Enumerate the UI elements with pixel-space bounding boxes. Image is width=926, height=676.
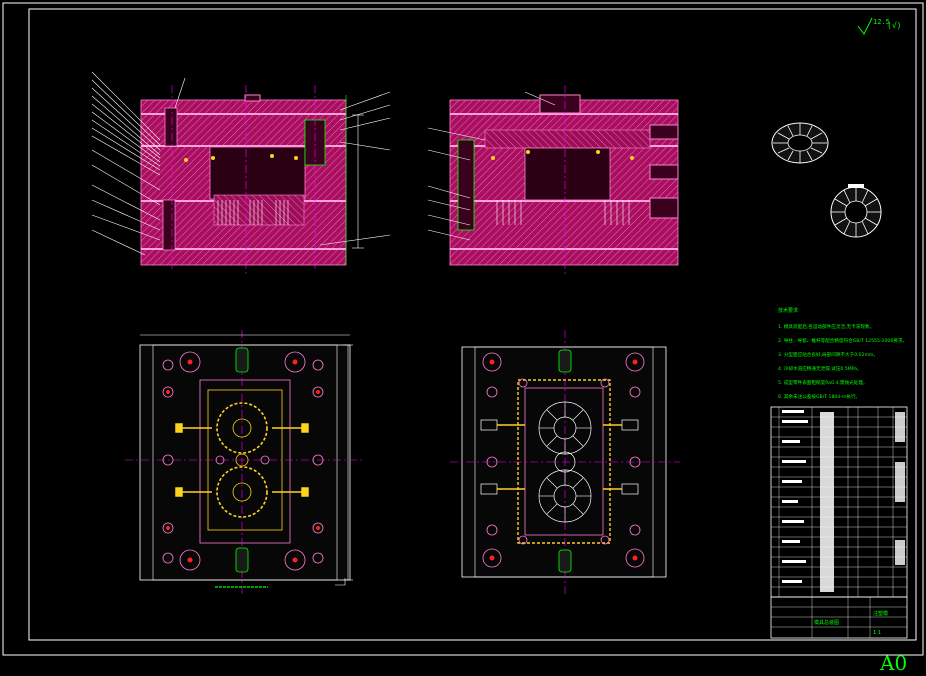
plan-view-fixed-half [450, 330, 680, 595]
note-line-1: 1. 模具装配后,各运动部件应灵活,无卡滞现象。 [778, 323, 874, 330]
school-name: 注塑模 [873, 610, 888, 617]
cad-drawing: 12.5 (√) 技术要求 1. 模具装配后,各运动部件应灵活,无卡滞现象。 2… [2, 2, 924, 675]
title-block: 模具总装图 注塑模 1:1 [770, 596, 908, 639]
plan-view-moving-half [125, 330, 365, 595]
section-view-a [91, 71, 391, 275]
paper-size-label: A0 [879, 651, 907, 675]
note-line-5: 5. 成型零件表面粗糙度Ra0.4,需抛光处理。 [778, 379, 867, 386]
parts-list [770, 406, 908, 598]
note-line-2: 2. 导柱、导套、推杆等配合精度符合GB/T 12555-2006要求。 [778, 337, 907, 344]
surface-roughness-symbol: 12.5 (√) [857, 17, 901, 35]
note-line-4: 4. 冷却水道应畅通无泄漏,试压0.5MPa。 [778, 365, 862, 372]
drawing-scale: 1:1 [873, 630, 881, 636]
part-view-isometric [771, 122, 829, 164]
note-line-3: 3. 分型面应贴合良好,局部间隙不大于0.02mm。 [778, 351, 878, 358]
roughness-rest: (√) [887, 21, 901, 30]
technical-notes: 技术要求 1. 模具装配后,各运动部件应灵活,无卡滞现象。 2. 导柱、导套、推… [778, 307, 907, 400]
drawing-name: 模具总装图 [814, 619, 839, 626]
section-view-b [427, 85, 679, 275]
part-view-top [830, 184, 882, 238]
note-line-6: 6. 其余未注公差按GB/T 1804-m执行。 [778, 393, 860, 400]
notes-title: 技术要求 [778, 307, 798, 314]
